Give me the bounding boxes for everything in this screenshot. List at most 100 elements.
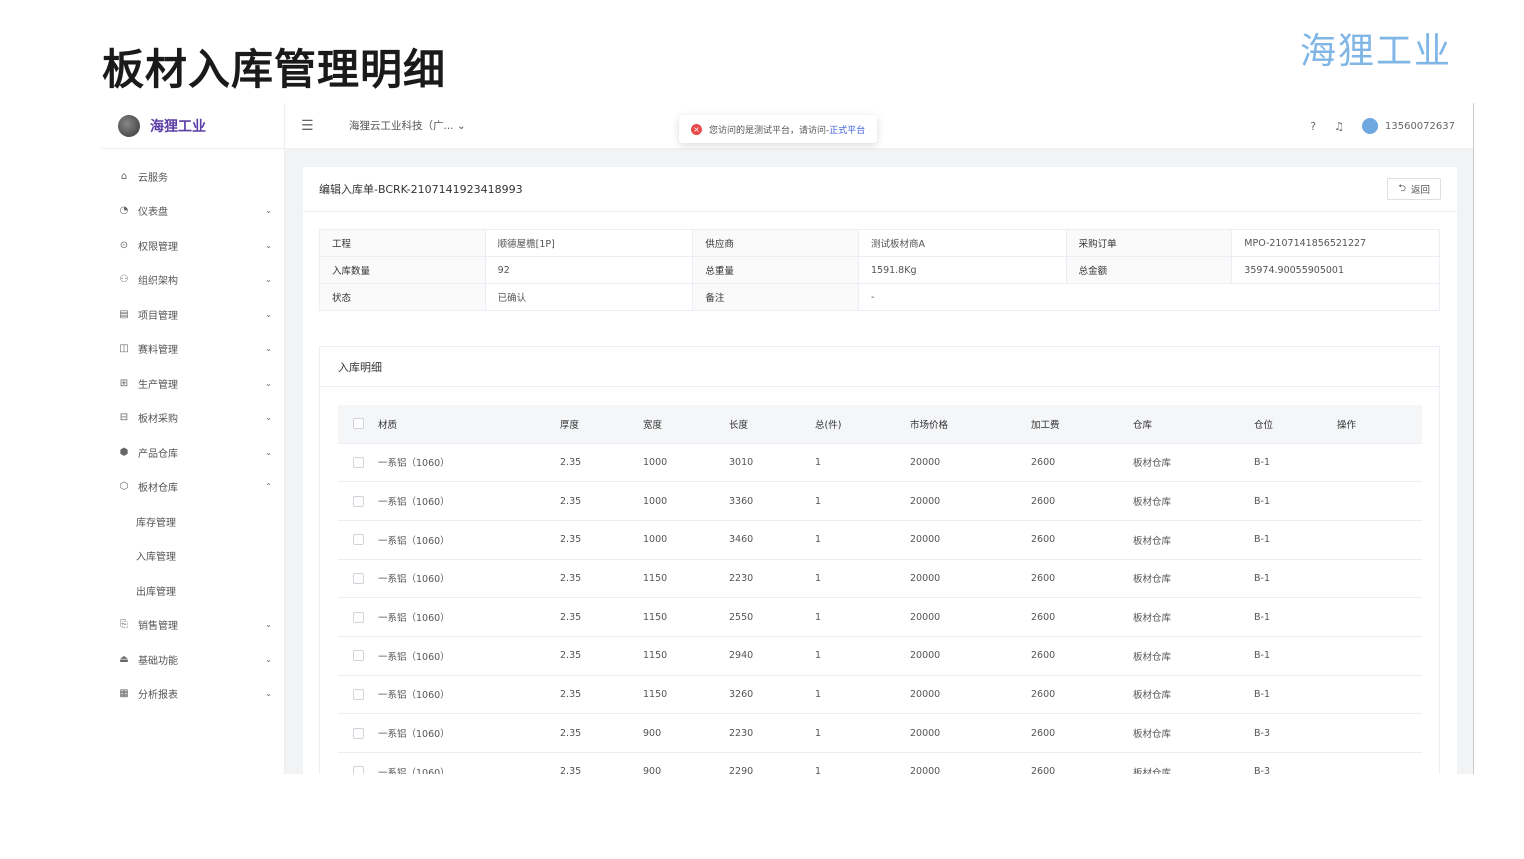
info-key: 总重量 [692,256,859,284]
info-table: 工程 顺德屋檐[1P] 供应商 测试板材商A 采购订单 MPO-2107141856521… [319,229,1441,311]
sidebar-item[interactable]: ⊟ 板材采购 ⌄ [102,401,284,436]
sidebar-item-icon: ⌂ [120,170,128,182]
select-all-checkbox[interactable] [353,418,364,430]
table-cell[interactable] [1337,636,1422,676]
notice-text: 您访问的是测试平台，请访问- [709,125,830,136]
table-cell: 1000 [643,443,729,483]
row-checkbox[interactable] [353,456,364,468]
sidebar-item[interactable]: ⎘ 销售管理 ⌄ [102,608,284,643]
column-header: 仓库 [1133,405,1254,444]
column-header: 厚度 [560,405,643,444]
table-cell: 2600 [1031,559,1133,599]
table-cell[interactable] [1337,675,1422,715]
info-row: 状态 已确认 备注 - [319,283,1441,311]
table-cell: 1150 [643,636,729,676]
avatar[interactable] [1362,118,1378,134]
sidebar-item[interactable]: ▤ 项目管理 ⌄ [102,297,284,332]
table-cell[interactable] [1337,520,1422,560]
help-icon[interactable]: ? [1310,120,1316,133]
table-cell: 3360 [729,481,815,521]
info-key: 供应商 [692,229,859,257]
back-label: 返回 [1410,185,1430,196]
row-checkbox[interactable] [353,534,364,546]
sidebar-item-label: 赛料管理 [138,345,178,357]
sidebar-item[interactable]: ⬡ 板材仓库 ⌃ [102,470,284,505]
table-cell: 20000 [910,597,1031,637]
info-row: 工程 顺德屋檐[1P] 供应商 测试板材商A 采购订单 MPO-2107141856521… [319,229,1440,257]
chevron-icon: ⌄ [265,620,272,630]
sidebar-item[interactable]: 入库管理 [102,539,284,574]
table-cell[interactable] [1337,443,1422,483]
sidebar-item[interactable]: 库存管理 [102,504,284,539]
table-cell: 板材仓库 [1133,597,1254,637]
table-cell: 20000 [910,636,1031,676]
sidebar-item[interactable]: ⌂ 云服务 [102,159,284,194]
table-row: 一系铝（1060） 2.35 1000 3010 1 20000 2600 板材仓库 B-1 [338,443,1422,483]
sidebar-menu: ⌂ 云服务 ◔ 仪表盘 ⌄ ⊙ 权限管理 ⌄ ⚇ 组织架构 ⌄ ▤ 项目管理 ⌄ ◫ 赛料管理 ⌄ ⊞ 生产管理 ⌄ ⊟… [102,149,284,711]
table-cell[interactable] [1337,752,1422,774]
row-checkbox[interactable] [353,572,364,584]
row-checkbox[interactable] [353,495,364,507]
sidebar-item[interactable]: ◫ 赛料管理 ⌄ [102,332,284,367]
sidebar-item-icon: ⊟ [119,412,129,424]
detail-section: 入库明细 材质 厚度 宽度 长度 总(件) 市场价格 加工费 仓库 仓位 操作 一系铝（1060）… [319,346,1440,774]
select-all-cell [338,405,378,444]
table-cell: 1 [815,520,910,560]
table-cell: 1 [815,675,910,715]
table-cell[interactable] [1337,481,1422,521]
sidebar-item-label: 板材采购 [138,414,178,426]
sidebar-item[interactable]: ⚇ 组织架构 ⌄ [102,263,284,298]
sidebar-item-icon: ▦ [119,688,129,700]
sidebar-item-label: 分析报表 [138,690,178,702]
sidebar-item-label: 仪表盘 [138,207,168,219]
sidebar-brand[interactable]: 海狸工业 [102,103,284,149]
table-cell: B-1 [1254,520,1337,560]
brand-logo: 海狸工业 [1299,31,1452,72]
chevron-down-icon: ⌄ [456,120,466,132]
user-phone[interactable]: 13560072637 [1385,121,1455,132]
table-cell[interactable] [1337,713,1422,753]
sidebar-item[interactable]: ⬢ 产品仓库 ⌄ [102,435,284,470]
sidebar-item-icon: ▤ [119,308,129,320]
table-cell: 2600 [1031,713,1133,753]
table-cell: 一系铝（1060） [378,752,560,774]
table-cell: 2600 [1031,636,1133,676]
sidebar-item-label: 入库管理 [136,552,176,564]
info-key: 备注 [692,283,859,311]
table-cell: 1 [815,559,910,599]
sidebar-item[interactable]: ▦ 分析报表 ⌄ [102,677,284,712]
row-checkbox[interactable] [353,766,364,774]
table-cell: 一系铝（1060） [378,675,560,715]
info-row: 入库数量 92 总重量 1591.8Kg 总金额 35974.90055905001 [319,256,1440,284]
sidebar-item[interactable]: ◔ 仪表盘 ⌄ [102,194,284,229]
chevron-icon: ⌄ [265,344,272,354]
table-cell: 2600 [1031,597,1133,637]
return-icon: ⮌ [1398,183,1406,194]
sidebar-item[interactable]: 出库管理 [102,573,284,608]
sidebar-item[interactable]: ⏏ 基础功能 ⌄ [102,642,284,677]
table-cell: 2940 [729,636,815,676]
table-cell: B-1 [1254,597,1337,637]
row-checkbox[interactable] [353,727,364,739]
menu-fold-icon[interactable]: ☰ [301,118,319,134]
row-checkbox[interactable] [353,688,364,700]
back-button[interactable]: ⮌ 返回 [1387,178,1441,200]
table-cell: 20000 [910,481,1031,521]
table-cell[interactable] [1337,597,1422,637]
table-cell: 2600 [1031,520,1133,560]
company-selector[interactable]: 海狸云工业科技（广... ⌄ [349,118,466,133]
table-cell: B-3 [1254,713,1337,753]
sidebar-item[interactable]: ⊞ 生产管理 ⌄ [102,366,284,401]
table-cell: 1 [815,597,910,637]
row-checkbox[interactable] [353,650,364,662]
official-platform-link[interactable]: 正式平台 [829,123,865,136]
info-value: 1591.8Kg [857,256,1067,284]
card-title: 编辑入库单-BCRK-2107141923418993 [319,183,523,196]
row-checkbox[interactable] [353,611,364,623]
bell-icon[interactable]: ♫ [1334,120,1344,133]
table-cell: 2230 [729,559,815,599]
table-cell[interactable] [1337,559,1422,599]
sidebar-item[interactable]: ⊙ 权限管理 ⌄ [102,228,284,263]
sidebar-item-icon: ◔ [119,205,129,217]
table-cell: 一系铝（1060） [378,520,560,560]
